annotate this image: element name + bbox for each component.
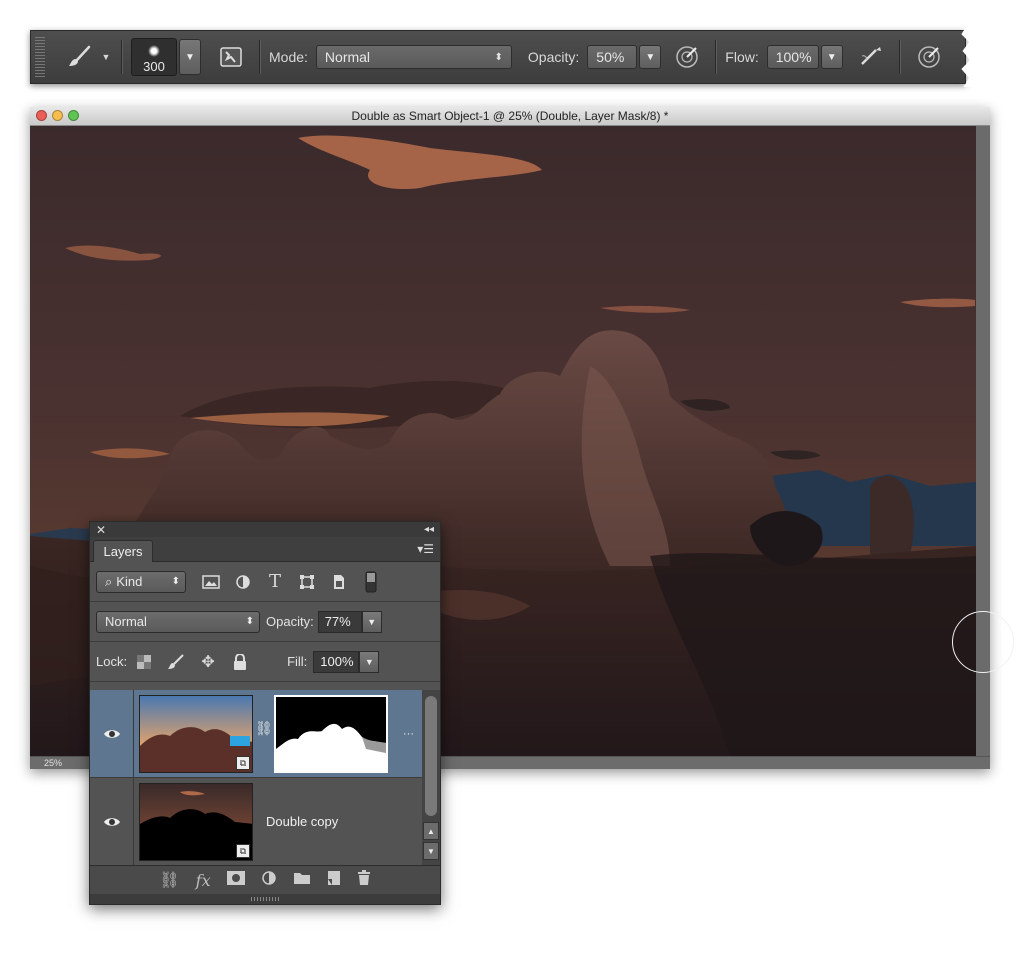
more-icon: ··· (403, 728, 414, 740)
adjustment-layer-filter-icon[interactable] (230, 571, 256, 593)
lock-image-pixels-icon[interactable] (163, 651, 189, 673)
select-arrows-icon: ⬍ (245, 616, 254, 627)
select-arrows-icon: ⬍ (494, 51, 503, 63)
mode-value: Normal (324, 49, 371, 65)
fill-value: 100% (320, 654, 354, 669)
adjustment-layer-icon[interactable] (261, 870, 277, 891)
layers-panel: ✕ ◂◂ Layers ▾☰ ⌕ Kind ⬍ T Normal ⬍ Opaci… (89, 521, 441, 905)
brush-size-value: 300 (143, 59, 165, 74)
layer-opacity-label: Opacity: (266, 614, 314, 629)
divider (259, 40, 261, 74)
trash-icon[interactable] (357, 869, 371, 891)
add-mask-icon[interactable] (226, 870, 245, 890)
brush-panel-icon[interactable] (211, 46, 251, 68)
panel-resize-grip[interactable] (90, 894, 440, 904)
tool-preset-chevron-icon[interactable]: ▼ (99, 52, 113, 62)
document-title-bar[interactable]: Double as Smart Object-1 @ 25% (Double, … (30, 107, 990, 126)
flow-label: Flow: (725, 49, 759, 65)
blend-mode-value: Normal (105, 614, 147, 629)
divider (715, 40, 718, 74)
layer-row[interactable]: ⧉ Double copy (90, 778, 422, 866)
panel-header[interactable]: ✕ ◂◂ (90, 522, 440, 537)
filter-toggle-switch[interactable] (358, 571, 384, 593)
panel-tabs: Layers ▾☰ (90, 537, 440, 562)
document-title: Double as Smart Object-1 @ 25% (Double, … (351, 109, 669, 123)
torn-edge-decoration (961, 27, 979, 87)
smart-object-filter-icon[interactable] (326, 571, 352, 593)
layer-thumbnail[interactable]: ⧉ (139, 695, 253, 773)
group-folder-icon[interactable] (293, 871, 311, 890)
close-panel-icon[interactable]: ✕ (96, 523, 106, 537)
select-arrows-icon: ⬍ (171, 576, 180, 587)
blend-mode-select[interactable]: Normal ⬍ (96, 610, 260, 633)
pressure-opacity-icon[interactable] (667, 44, 707, 70)
minimize-window-button[interactable] (52, 110, 63, 121)
scrollbar-thumb[interactable] (425, 696, 437, 816)
smart-object-badge-icon: ⧉ (236, 756, 250, 770)
mask-link-icon[interactable]: ⛓ (255, 720, 273, 737)
panel-menu-icon[interactable]: ▾☰ (417, 542, 434, 556)
brush-tool-icon[interactable] (59, 44, 99, 70)
brush-tip-icon (148, 45, 160, 57)
lock-transparent-pixels-icon[interactable] (131, 651, 157, 673)
zoom-window-button[interactable] (68, 110, 79, 121)
options-bar: ▼ 300 ▼ Mode: Normal ⬍ Opacity: 50% ▼ Fl… (30, 27, 979, 87)
flow-value: 100% (775, 49, 812, 65)
filter-kind-select[interactable]: ⌕ Kind ⬍ (96, 570, 186, 593)
filter-kind-value: Kind (116, 574, 143, 589)
blend-mode-row: Normal ⬍ Opacity: 77% ▼ (90, 602, 440, 642)
scroll-up-button[interactable]: ▲ (423, 822, 439, 840)
fill-label: Fill: (287, 654, 308, 669)
zoom-level[interactable]: 25% (44, 758, 62, 768)
search-icon: ⌕ (105, 573, 113, 589)
visibility-eye-icon[interactable] (90, 690, 134, 778)
opacity-value: 50% (596, 49, 625, 65)
layers-bottom-toolbar: ⛓ fx (90, 865, 440, 894)
fx-icon[interactable]: fx (196, 871, 211, 890)
pixel-layer-filter-icon[interactable] (198, 571, 224, 593)
opacity-label: Opacity: (527, 49, 580, 65)
divider (121, 40, 123, 74)
tab-layers[interactable]: Layers (93, 540, 153, 562)
layer-opacity-value: 77% (324, 614, 351, 629)
fill-dropdown[interactable]: ▼ (359, 650, 380, 673)
flow-slider-dropdown[interactable]: ▼ (820, 45, 843, 69)
layer-filter-row: ⌕ Kind ⬍ T (90, 562, 440, 602)
shape-layer-filter-icon[interactable] (294, 571, 320, 593)
layers-scrollbar[interactable]: ▲ ▼ (422, 690, 440, 866)
close-window-button[interactable] (36, 110, 47, 121)
brush-cursor (952, 611, 1014, 673)
layer-mask-thumbnail[interactable] (274, 695, 388, 773)
new-layer-icon[interactable] (327, 870, 341, 891)
visibility-eye-icon[interactable] (90, 778, 134, 866)
layer-opacity-input[interactable]: 77% (317, 610, 362, 633)
airbrush-icon[interactable] (851, 44, 891, 70)
brush-preset-picker[interactable]: 300 (131, 38, 177, 76)
scroll-down-button[interactable]: ▼ (423, 842, 439, 860)
pressure-size-icon[interactable] (909, 44, 949, 70)
type-layer-filter-icon[interactable]: T (262, 571, 288, 593)
layer-row-selected[interactable]: ⧉ ⛓ ··· (90, 690, 422, 778)
window-controls (36, 110, 79, 121)
link-layers-icon[interactable]: ⛓ (159, 870, 179, 890)
layer-thumbnail[interactable]: ⧉ (139, 783, 253, 861)
lock-label: Lock: (96, 654, 128, 669)
layer-opacity-dropdown[interactable]: ▼ (361, 610, 382, 633)
layer-list: ⧉ ⛓ ··· ⧉ Double copy (90, 690, 440, 866)
opacity-input[interactable]: 50% (587, 45, 638, 69)
lock-all-icon[interactable] (227, 651, 253, 673)
mode-label: Mode: (269, 49, 308, 65)
layer-name[interactable]: Double copy (266, 814, 338, 829)
lock-row: Lock: ✥ Fill: 100% ▼ (90, 642, 440, 682)
opacity-slider-dropdown[interactable]: ▼ (639, 45, 662, 69)
smart-object-badge-icon: ⧉ (236, 844, 250, 858)
fill-input[interactable]: 100% (313, 650, 360, 673)
lock-position-icon[interactable]: ✥ (195, 651, 221, 673)
toolbar-grip[interactable] (35, 37, 45, 77)
mode-select[interactable]: Normal ⬍ (315, 45, 512, 69)
collapse-panel-icon[interactable]: ◂◂ (424, 524, 434, 535)
flow-input[interactable]: 100% (766, 45, 819, 69)
brush-preset-dropdown[interactable]: ▼ (179, 39, 201, 75)
divider (898, 40, 901, 74)
